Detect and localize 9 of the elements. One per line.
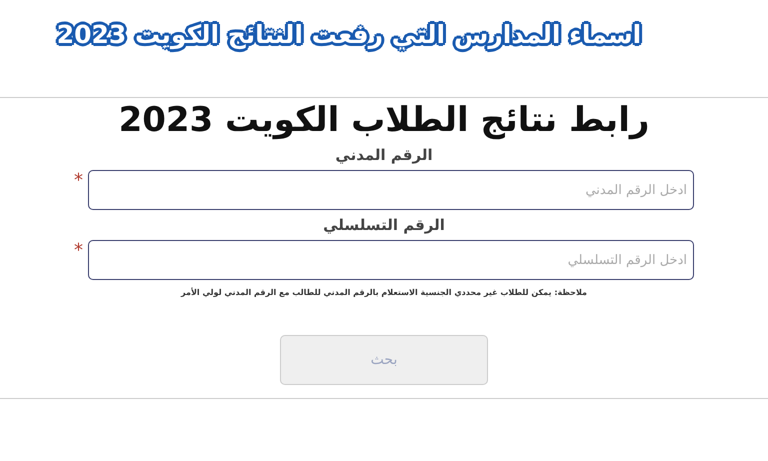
required-mark: * [74,240,84,261]
search-button[interactable]: بحث [280,335,488,385]
required-mark: * [74,170,84,191]
note-text: ملاحظة: يمكن للطلاب غير محددي الجنسية الاستعلام بالرقم المدني للطالب مع الرقم المدني لولي الأمر [181,288,587,297]
input-field[interactable]: ادخل الرقم المدني [88,170,694,210]
input-field[interactable]: ادخل الرقم التسلسلي [88,240,694,280]
field-label: الرقم التسلسلي [323,216,445,234]
form-heading: رابط نتائج الطلاب الكويت 2023 [118,100,650,140]
field-label: الرقم المدني [335,146,433,164]
